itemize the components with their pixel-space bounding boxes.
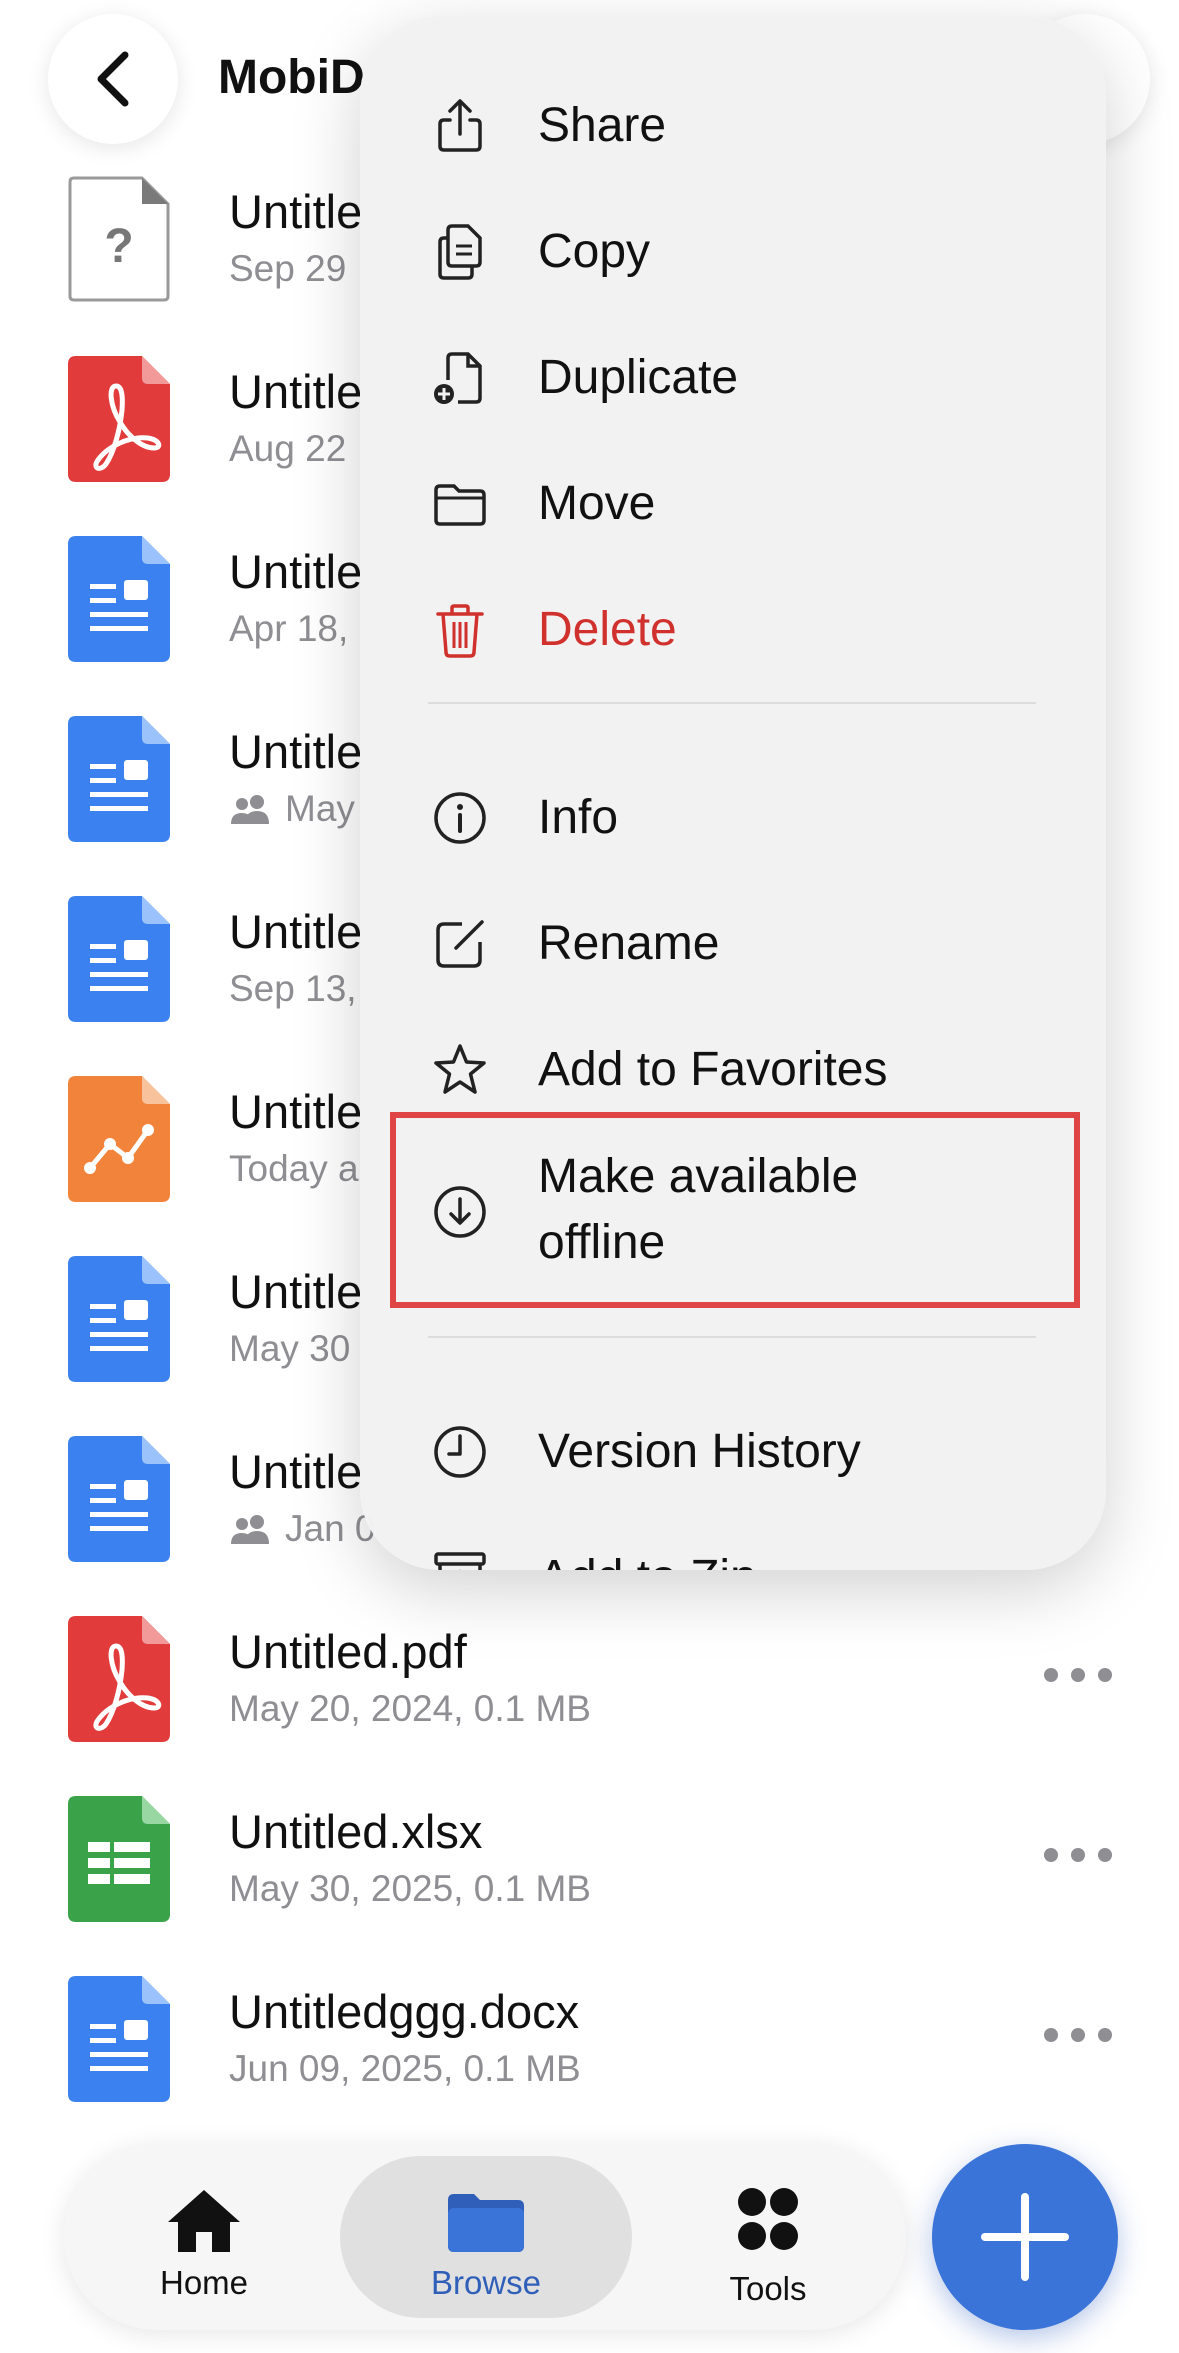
file-meta: Jun 09, 2025, 0.1 MB <box>229 2048 581 2089</box>
spreadsheet-file-icon <box>68 1796 170 1922</box>
file-name: Untitled.pdf <box>229 1625 467 1678</box>
file-name: Untitle <box>229 905 363 958</box>
more-options-icon[interactable] <box>1044 1840 1112 1870</box>
clock-icon <box>434 1426 486 1478</box>
menu-item-label: Rename <box>538 917 720 970</box>
menu-separator <box>428 1336 1036 1338</box>
menu-item-info[interactable]: Info <box>360 752 1106 878</box>
tab-bar: Home Browse Tools <box>64 2144 906 2330</box>
file-meta: Aug 22 <box>229 428 347 469</box>
info-icon <box>434 792 486 844</box>
menu-item-share[interactable]: Share <box>360 60 1106 186</box>
menu-item-label: Add to Favorites <box>538 1043 888 1096</box>
file-name: Untitle <box>229 1265 363 1318</box>
grid-dots-icon <box>738 2188 798 2250</box>
star-icon <box>434 1044 486 1094</box>
add-button[interactable] <box>932 2144 1118 2330</box>
more-options-icon[interactable] <box>1044 1660 1112 1690</box>
menu-item-label: Duplicate <box>538 351 739 404</box>
menu-item-copy[interactable]: Copy <box>360 186 1106 312</box>
menu-item-label: Copy <box>538 225 651 278</box>
menu-separator <box>428 702 1036 704</box>
file-name: Untitle <box>229 725 363 778</box>
document-file-icon <box>68 1436 170 1562</box>
file-meta: Today a <box>229 1148 359 1189</box>
shared-people-icon <box>231 795 269 824</box>
page-title: MobiD <box>218 51 365 104</box>
menu-item-label: Delete <box>538 603 677 656</box>
pdf-file-icon <box>68 356 170 482</box>
menu-item-delete[interactable]: Delete <box>360 564 1106 690</box>
house-icon <box>168 2190 240 2252</box>
tab-label: Browse <box>430 2264 542 2301</box>
rename-icon <box>436 920 484 968</box>
tab-home[interactable]: Home <box>84 2156 324 2318</box>
chevron-left-icon <box>97 51 129 107</box>
menu-item-duplicate[interactable]: Duplicate <box>360 312 1106 438</box>
tab-tools[interactable]: Tools <box>648 2156 888 2318</box>
menu-item-label-line: Make available <box>538 1150 859 1203</box>
file-meta: Apr 18, <box>229 608 349 649</box>
tab-label: Tools <box>729 2270 807 2307</box>
file-name: Untitle <box>229 185 363 238</box>
svg-text:?: ? <box>104 220 133 273</box>
document-file-icon <box>68 536 170 662</box>
file-meta: May 20, 2024, 0.1 MB <box>229 1688 591 1729</box>
menu-item-label: Move <box>538 477 656 530</box>
document-file-icon <box>68 1976 170 2102</box>
share-icon <box>438 99 482 152</box>
file-meta: May 30, 2025, 0.1 MB <box>229 1868 591 1909</box>
menu-item-label: Make available offline <box>538 1144 858 1276</box>
menu-item-label: Version History <box>538 1425 861 1478</box>
tab-browse[interactable]: Browse <box>340 2156 632 2318</box>
trash-icon <box>436 604 484 658</box>
file-meta: Jan 0 <box>229 1508 376 1550</box>
shared-people-icon <box>231 1515 269 1544</box>
back-button[interactable] <box>48 14 178 144</box>
unknown-file-icon: ? <box>68 176 170 302</box>
document-file-icon <box>68 896 170 1022</box>
plus-icon <box>981 2193 1069 2281</box>
menu-item-label: Share <box>538 99 667 152</box>
file-meta: May <box>229 788 355 830</box>
menu-item-version-history[interactable]: Version History <box>360 1386 1106 1512</box>
menu-item-rename[interactable]: Rename <box>360 878 1106 1004</box>
file-row[interactable]: Untitled.xlsx May 30, 2025, 0.1 MB <box>0 1780 1179 1960</box>
file-name: Untitle <box>229 365 363 418</box>
folder-icon <box>448 2194 524 2252</box>
menu-item-label: Add to Zip <box>538 1554 757 1571</box>
tab-label: Home <box>159 2264 249 2301</box>
folder-icon <box>434 484 486 526</box>
zip-icon <box>434 1552 486 1570</box>
menu-item-add-to-zip[interactable]: Add to Zip <box>360 1512 1106 1570</box>
file-name: Untitled.xlsx <box>229 1805 483 1858</box>
file-name: Untitledggg.docx <box>229 1985 580 2038</box>
file-meta: Sep 13, <box>229 968 357 1009</box>
file-name: Untitle <box>229 1445 363 1498</box>
file-meta: Sep 29 <box>229 248 347 289</box>
file-row[interactable]: Untitled.pdf May 20, 2024, 0.1 MB <box>0 1600 1179 1780</box>
more-options-icon[interactable] <box>1044 2020 1112 2050</box>
file-name: Untitle <box>229 545 363 598</box>
chart-file-icon <box>68 1076 170 1202</box>
context-menu: Share Copy Duplicate Move Delete Info Re… <box>360 16 1106 1570</box>
file-row[interactable]: Untitledggg.docx Jun 09, 2025, 0.1 MB <box>0 1960 1179 2140</box>
document-file-icon <box>68 1256 170 1382</box>
menu-item-label: Info <box>538 791 619 844</box>
file-name: Untitle <box>229 1085 363 1138</box>
download-icon <box>434 1186 486 1238</box>
copy-icon <box>438 224 482 280</box>
menu-item-label-line: offline <box>538 1216 666 1269</box>
file-meta: May 30 <box>229 1328 351 1369</box>
pdf-file-icon <box>68 1616 170 1742</box>
duplicate-icon <box>434 352 482 404</box>
menu-item-move[interactable]: Move <box>360 438 1106 564</box>
document-file-icon <box>68 716 170 842</box>
